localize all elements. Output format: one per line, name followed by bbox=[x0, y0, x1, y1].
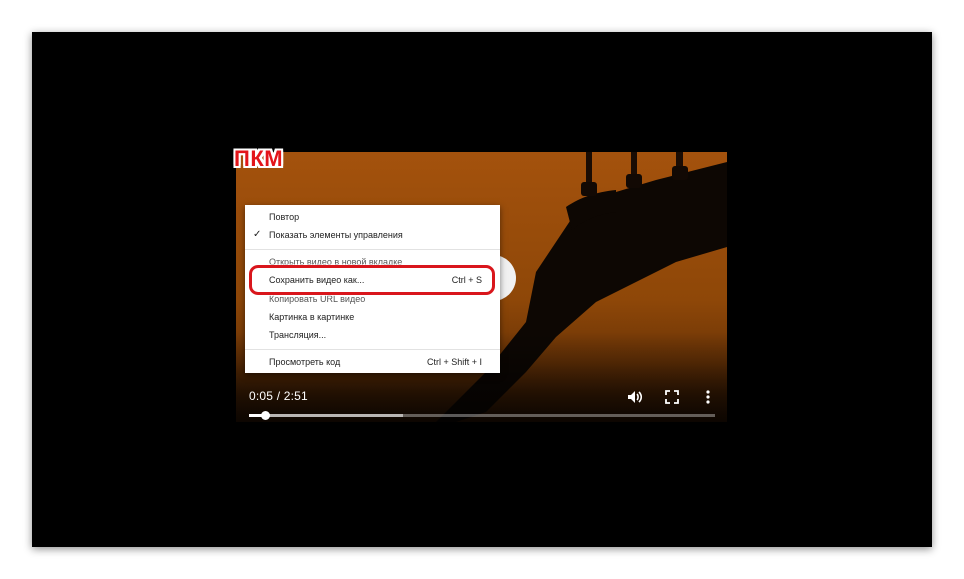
menu-item-picture-in-picture[interactable]: Картинка в картинке bbox=[245, 310, 500, 326]
checkmark-icon: ✓ bbox=[253, 229, 262, 240]
highlight-box bbox=[249, 265, 495, 295]
right-click-annotation: ПКМ bbox=[234, 146, 284, 171]
menu-item-label: Картинка в картинке bbox=[269, 312, 355, 322]
menu-item-repeat[interactable]: Повтор bbox=[245, 210, 500, 226]
menu-item-shortcut: Ctrl + Shift + I bbox=[426, 357, 482, 367]
menu-item-label: Повтор bbox=[269, 212, 300, 222]
fullscreen-icon[interactable] bbox=[663, 388, 681, 406]
menu-item-label: Трансляция... bbox=[269, 330, 327, 340]
menu-separator bbox=[245, 249, 500, 250]
volume-icon[interactable] bbox=[626, 388, 644, 406]
menu-item-label: Просмотреть код bbox=[269, 357, 341, 367]
menu-separator bbox=[245, 349, 500, 350]
menu-item-label: Копировать URL видео bbox=[269, 294, 366, 304]
more-options-icon[interactable] bbox=[699, 388, 717, 406]
menu-item-show-controls[interactable]: ✓ Показать элементы управления bbox=[245, 228, 500, 244]
progress-buffered bbox=[249, 414, 403, 417]
time-display: 0:05 / 2:51 bbox=[249, 389, 308, 403]
menu-item-cast[interactable]: Трансляция... bbox=[245, 328, 500, 344]
menu-item-label: Показать элементы управления bbox=[269, 230, 403, 240]
menu-item-inspect[interactable]: Просмотреть код Ctrl + Shift + I bbox=[245, 355, 500, 371]
progress-bar[interactable] bbox=[249, 411, 715, 420]
